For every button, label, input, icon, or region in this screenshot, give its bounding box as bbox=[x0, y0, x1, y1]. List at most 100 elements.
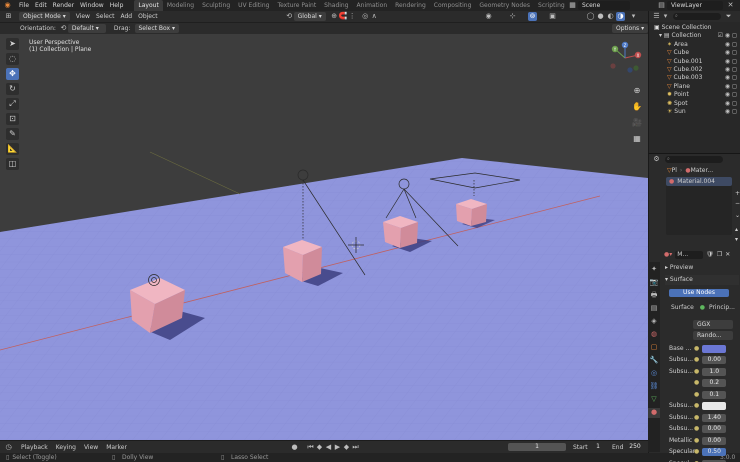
timeline-editor-icon[interactable]: ◷ bbox=[4, 443, 13, 452]
material-name-field[interactable]: M... bbox=[675, 250, 704, 259]
visibility-toggle-icons[interactable]: ◉ ◻ bbox=[725, 74, 737, 82]
play-icon[interactable]: ▶ bbox=[333, 443, 342, 452]
properties-search-input[interactable]: ⌕ bbox=[665, 156, 723, 163]
falloff-icon[interactable]: ∧ bbox=[370, 12, 379, 21]
value-field[interactable]: 1.40 bbox=[702, 413, 727, 422]
timeline-menu-view[interactable]: View bbox=[84, 444, 98, 451]
visibility-toggle-icons[interactable]: ◉ ◻ bbox=[725, 91, 737, 99]
outliner-item[interactable]: ✹ Point ◉ ◻ bbox=[649, 91, 740, 99]
start-frame-field[interactable]: 1 bbox=[590, 443, 606, 451]
value-field[interactable]: 0.00 bbox=[702, 425, 727, 434]
tab-animation[interactable]: Animation bbox=[353, 0, 392, 11]
orientation-icon[interactable]: ⟲ bbox=[285, 12, 294, 21]
transform-orientation-dropdown[interactable]: Global ▾ bbox=[293, 12, 326, 21]
socket-icon[interactable]: ● bbox=[694, 367, 699, 377]
value-field[interactable]: 0.2 bbox=[702, 379, 727, 388]
visibility-toggle-icons[interactable]: ◉ ◻ bbox=[725, 83, 737, 91]
socket-icon[interactable]: ● bbox=[694, 344, 699, 354]
tab-world-icon[interactable]: ◍ bbox=[648, 330, 660, 340]
viewport-gizmo-toggle-icon[interactable]: ⊹ bbox=[508, 12, 517, 21]
visibility-toggle-icons[interactable]: ◉ ◻ bbox=[725, 41, 737, 49]
tab-data-icon[interactable]: ▽ bbox=[648, 395, 660, 405]
camera-view-icon[interactable]: 🎥 bbox=[631, 118, 643, 128]
socket-icon[interactable]: ● bbox=[694, 436, 699, 446]
slot-up-icon[interactable]: ▴ bbox=[735, 226, 738, 233]
scene-icon[interactable]: ▦ bbox=[568, 1, 577, 10]
unlink-material-icon[interactable]: ✕ bbox=[725, 251, 730, 258]
timeline-menu-playback[interactable]: Playback bbox=[21, 444, 48, 451]
view-layer-icon[interactable]: ▤ bbox=[657, 1, 666, 10]
outliner-item[interactable]: ▽ Cube ◉ ◻ bbox=[649, 49, 740, 57]
blender-logo-icon[interactable]: ◉ bbox=[3, 1, 12, 10]
shading-rendered-icon[interactable]: ◑ bbox=[616, 12, 625, 21]
orientation-dropdown[interactable]: Default ▾ bbox=[67, 24, 106, 33]
preview-panel-header[interactable]: ▸ Preview bbox=[665, 263, 693, 273]
end-frame-field[interactable]: 250 bbox=[626, 443, 644, 451]
record-icon[interactable]: ● bbox=[290, 443, 299, 452]
fake-user-icon[interactable]: 🛡 bbox=[706, 251, 714, 258]
tab-output-icon[interactable]: 🖶 bbox=[648, 291, 660, 301]
menu-view[interactable]: View bbox=[76, 13, 90, 20]
tab-scripting[interactable]: Scripting bbox=[534, 0, 569, 11]
mode-selector[interactable]: Object Mode ▾ bbox=[19, 12, 70, 21]
outliner-item[interactable]: ▽ Cube.002 ◉ ◻ bbox=[649, 66, 740, 74]
visibility-toggle-icons[interactable]: ◉ ◻ bbox=[725, 108, 737, 116]
duplicate-material-icon[interactable]: ❐ bbox=[717, 251, 722, 258]
properties-editor-icon[interactable]: ⚙ bbox=[652, 155, 661, 164]
current-frame-field[interactable]: 1 bbox=[508, 443, 566, 451]
socket-icon[interactable]: ● bbox=[694, 355, 699, 365]
scale-tool-icon[interactable]: ⤢ bbox=[6, 98, 19, 110]
outliner-collection[interactable]: ▾ ▤ Collection ☑ ◉ ◻ bbox=[649, 32, 740, 40]
tab-render-icon[interactable]: 📷 bbox=[648, 278, 660, 288]
visibility-toggle-icons[interactable]: ◉ ◻ bbox=[725, 66, 737, 74]
menu-window[interactable]: Window bbox=[77, 2, 107, 9]
tab-modifier-icon[interactable]: 🔧 bbox=[648, 356, 660, 366]
measure-tool-icon[interactable]: 📐 bbox=[6, 143, 19, 155]
visibility-toggle-icons[interactable]: ◉ ◻ bbox=[725, 100, 737, 108]
tab-physics-icon[interactable]: ◎ bbox=[648, 369, 660, 379]
pivot-icon[interactable]: ⊕ bbox=[330, 12, 339, 21]
use-nodes-button[interactable]: Use Nodes bbox=[669, 289, 729, 297]
shading-options-icon[interactable]: ▾ bbox=[629, 12, 638, 21]
value-field[interactable]: 0.00 bbox=[702, 436, 727, 445]
value-field[interactable]: 0.1 bbox=[702, 390, 727, 399]
play-reverse-icon[interactable]: ◀ bbox=[324, 443, 333, 452]
subsurface-method-dropdown[interactable]: Rando... bbox=[693, 331, 733, 340]
annotate-tool-icon[interactable]: ✎ bbox=[6, 128, 19, 140]
timeline-menu-marker[interactable]: Marker bbox=[106, 444, 127, 451]
outliner-item[interactable]: ▽ Cube.003 ◉ ◻ bbox=[649, 74, 740, 82]
editor-type-icon[interactable]: ⊞ bbox=[4, 12, 13, 21]
pan-hand-icon[interactable]: ✋ bbox=[631, 102, 643, 112]
cursor-tool-icon[interactable]: ◌ bbox=[6, 53, 19, 65]
outliner-editor-icon[interactable]: ☰ bbox=[652, 12, 661, 21]
visibility-toggle-icons[interactable]: ◉ ◻ bbox=[725, 49, 737, 57]
menu-add[interactable]: Add bbox=[120, 13, 132, 20]
slot-down-icon[interactable]: ▾ bbox=[735, 236, 738, 243]
shading-material-icon[interactable]: ◐ bbox=[606, 12, 615, 21]
proportional-edit-icon[interactable]: ◎ bbox=[361, 12, 370, 21]
view-layer-field[interactable]: ViewLayer bbox=[667, 1, 723, 10]
outliner-item[interactable]: ✺ Spot ◉ ◻ bbox=[649, 100, 740, 108]
socket-icon[interactable]: ● bbox=[694, 447, 699, 457]
menu-select[interactable]: Select bbox=[96, 13, 115, 20]
rotate-tool-icon[interactable]: ↻ bbox=[6, 83, 19, 95]
zoom-icon[interactable]: ⊕ bbox=[631, 86, 643, 96]
add-cube-tool-icon[interactable]: ◫ bbox=[6, 158, 19, 170]
outliner-scene-collection[interactable]: ▣ Scene Collection bbox=[649, 24, 740, 32]
value-field[interactable]: 0.00 bbox=[702, 356, 727, 365]
outliner-filter-icon[interactable]: ▾ bbox=[661, 12, 670, 21]
menu-object[interactable]: Object bbox=[138, 13, 158, 20]
cube-object[interactable] bbox=[383, 216, 418, 248]
scene-field[interactable]: Scene bbox=[578, 1, 630, 10]
ortho-grid-icon[interactable]: ▦ bbox=[631, 134, 643, 144]
snap-icon[interactable]: 🧲 bbox=[339, 12, 348, 21]
collection-flags[interactable]: ☑ ◉ ◻ bbox=[718, 32, 737, 40]
prev-key-icon[interactable]: ◆ bbox=[315, 443, 324, 452]
tab-tool-icon[interactable]: ✦ bbox=[648, 265, 660, 275]
color-field[interactable] bbox=[702, 344, 727, 353]
select-tool-icon[interactable]: ➤ bbox=[6, 38, 19, 50]
visibility-toggle-icons[interactable]: ◉ ◻ bbox=[725, 58, 737, 66]
tab-material-icon[interactable]: ● bbox=[648, 408, 660, 418]
menu-render[interactable]: Render bbox=[50, 2, 77, 9]
move-tool-icon[interactable]: ✥ bbox=[6, 68, 19, 80]
